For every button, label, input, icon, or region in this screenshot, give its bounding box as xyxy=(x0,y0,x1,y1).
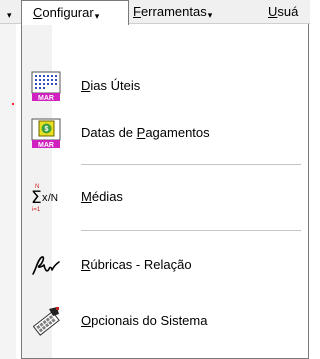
menu-item-label: Opcionais do Sistema xyxy=(81,313,208,328)
menubar-configurar[interactable]: Configurar▾ xyxy=(21,0,129,25)
system-options-icon xyxy=(32,307,60,336)
svg-text:MAR: MAR xyxy=(38,142,54,149)
svg-text:/N: /N xyxy=(48,193,58,204)
svg-text:i=1: i=1 xyxy=(32,207,41,213)
menu-item-medias[interactable]: N Σ i=1 x /N Médias xyxy=(22,180,308,214)
summation-icon: N Σ i=1 x /N xyxy=(31,184,58,213)
signature-icon xyxy=(32,256,60,275)
menu-item-label: Médias xyxy=(81,189,123,204)
menubar-prev-item-caret[interactable]: ▾ xyxy=(6,0,12,24)
menu-item-label: Dias Úteis xyxy=(81,78,141,93)
background-window-edge xyxy=(0,0,16,359)
chevron-down-icon: ▾ xyxy=(94,11,100,21)
menu-bar: ▾ Configurar▾ Ferramentas▾ Usuá xyxy=(0,0,310,25)
configurar-dropdown-menu: MAR Dias Úteis $ MAR Datas de Pagamentos… xyxy=(21,24,309,359)
menu-separator xyxy=(81,230,301,231)
menu-item-datas-de-pagamentos[interactable]: $ MAR Datas de Pagamentos xyxy=(22,116,308,150)
calendar-mar-icon: MAR xyxy=(31,71,61,102)
svg-text:MAR: MAR xyxy=(38,95,54,102)
menu-item-label: Rúbricas - Relação xyxy=(81,257,192,272)
background-red-mark xyxy=(12,103,14,105)
menu-item-label: Datas de Pagamentos xyxy=(81,125,210,140)
menubar-usuarios[interactable]: Usuá xyxy=(268,0,298,24)
menu-separator xyxy=(81,164,301,165)
menu-item-dias-uteis[interactable]: MAR Dias Úteis xyxy=(22,69,308,103)
calendar-payment-icon: $ MAR xyxy=(31,118,61,149)
svg-text:Σ: Σ xyxy=(31,188,42,208)
menu-item-rubricas-relacao[interactable]: Rúbricas - Relação xyxy=(22,248,308,282)
svg-text:$: $ xyxy=(45,126,49,133)
menu-item-opcionais-do-sistema[interactable]: Opcionais do Sistema xyxy=(22,304,308,338)
menubar-ferramentas[interactable]: Ferramentas▾ xyxy=(133,0,212,24)
